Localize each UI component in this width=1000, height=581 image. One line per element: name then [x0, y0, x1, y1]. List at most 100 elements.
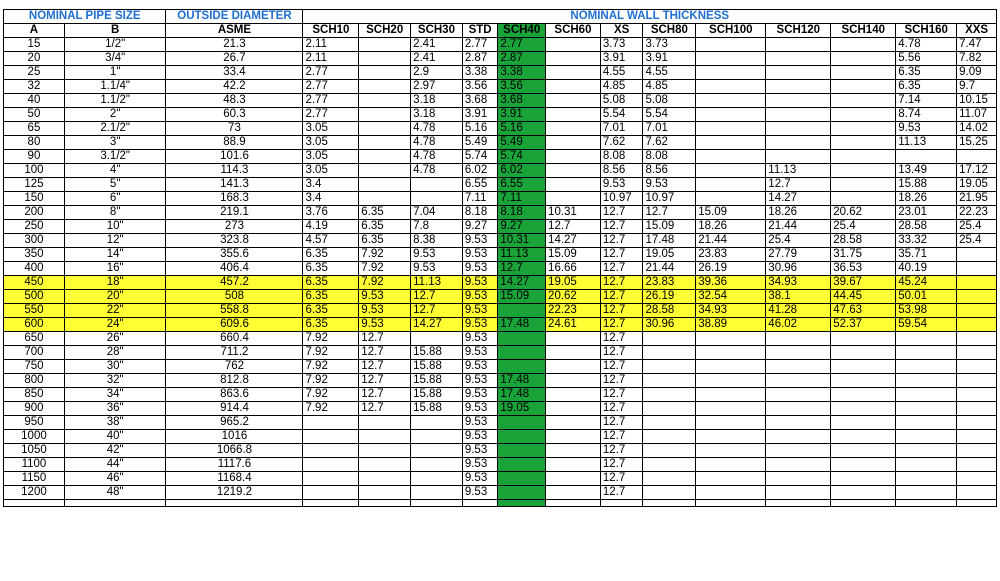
table-cell: 32" — [63, 373, 167, 388]
table-cell: 900 — [3, 401, 65, 416]
column-header: SCH140 — [830, 23, 897, 38]
table-cell: 3.56 — [461, 79, 499, 94]
table-cell — [410, 457, 463, 472]
table-cell: 3.91 — [497, 107, 547, 122]
table-cell: 12.7 — [599, 373, 644, 388]
header-outside-diameter: OUTSIDE DIAMETER — [165, 9, 304, 24]
table-cell — [765, 471, 832, 486]
table-cell — [358, 149, 412, 164]
table-cell: 9.53 — [461, 331, 499, 346]
table-cell: 15.88 — [410, 345, 463, 360]
table-cell: 17.48 — [642, 233, 697, 248]
table-cell: 914.4 — [165, 401, 304, 416]
table-row: 650 26" 660.4 7.92 12.7 9.53 12.7 — [3, 331, 997, 346]
table-cell: 2.77 — [302, 107, 360, 122]
table-row: 350 14" 355.6 6.35 7.92 9.53 9.53 11.13 15.09 12.… — [3, 247, 997, 262]
table-cell: 2.41 — [410, 51, 463, 66]
table-cell: 1066.8 — [165, 443, 304, 458]
table-row: 700 28" 711.2 7.92 12.7 15.88 9.53 12.7 — [3, 345, 997, 360]
table-cell: 13.49 — [895, 163, 958, 178]
table-cell — [695, 485, 767, 500]
table-row: 750 30" 762 7.92 12.7 15.88 9.53 12.7 — [3, 359, 997, 374]
table-cell — [302, 471, 360, 486]
table-cell — [765, 331, 832, 346]
table-cell: 32 — [3, 79, 65, 94]
table-cell: 41.28 — [765, 303, 832, 318]
table-cell: 44.45 — [830, 289, 897, 304]
table-cell — [830, 359, 897, 374]
table-cell — [765, 107, 832, 122]
table-cell — [695, 401, 767, 416]
column-header: A — [3, 23, 65, 38]
table-cell — [895, 471, 958, 486]
table-cell — [497, 457, 547, 472]
table-cell — [830, 37, 897, 52]
table-cell: 1" — [63, 65, 167, 80]
table-cell: 9.53 — [461, 233, 499, 248]
table-cell: 15.88 — [410, 387, 463, 402]
table-cell: 1016 — [165, 429, 304, 444]
table-cell: 6.35 — [302, 303, 360, 318]
table-row: 300 12" 323.8 4.57 6.35 8.38 9.53 10.31 14.27 12.… — [3, 233, 997, 248]
table-cell — [497, 429, 547, 444]
table-cell: 300 — [3, 233, 65, 248]
table-cell: 14.27 — [765, 191, 832, 206]
table-cell: 27.79 — [765, 247, 832, 262]
table-cell — [545, 163, 601, 178]
table-row: 200 8" 219.1 3.76 6.35 7.04 8.18 8.18 10.31 12.7 1… — [3, 205, 997, 220]
table-cell: 9.53 — [461, 429, 499, 444]
table-row: 1000 40" 1016 9.53 12.7 — [3, 429, 997, 444]
column-header: B — [63, 23, 167, 38]
table-cell — [695, 107, 767, 122]
table-row: 400 16" 406.4 6.35 7.92 9.53 9.53 12.7 16.66 12.7… — [3, 261, 997, 276]
table-cell: 36.53 — [830, 261, 897, 276]
table-cell — [642, 443, 697, 458]
table-cell — [956, 261, 997, 276]
table-cell: 9.53 — [358, 289, 412, 304]
table-cell: 7.01 — [599, 121, 644, 136]
table-cell: 1150 — [3, 471, 65, 486]
table-cell: 4.85 — [599, 79, 644, 94]
table-cell — [358, 471, 412, 486]
table-cell: 9.53 — [461, 401, 499, 416]
table-row: 900 36" 914.4 7.92 12.7 15.88 9.53 19.05 12.7 — [3, 401, 997, 416]
table-cell: 7.62 — [599, 135, 644, 150]
table-cell: 7.14 — [895, 93, 958, 108]
table-cell — [895, 415, 958, 430]
table-cell: 9.53 — [461, 415, 499, 430]
table-cell: 15.09 — [497, 289, 547, 304]
table-cell: 34.93 — [695, 303, 767, 318]
table-cell: 2.87 — [497, 51, 547, 66]
table-cell: 44" — [63, 457, 167, 472]
table-cell: 14.27 — [497, 275, 547, 290]
table-cell — [895, 429, 958, 444]
table-cell: 28.58 — [895, 219, 958, 234]
table-cell — [545, 65, 601, 80]
table-row: 850 34" 863.6 7.92 12.7 15.88 9.53 17.48 12.7 — [3, 387, 997, 402]
table-cell: 1.1/2" — [63, 93, 167, 108]
column-header: SCH30 — [410, 23, 463, 38]
table-cell: 3/4" — [63, 51, 167, 66]
table-cell — [599, 499, 644, 507]
table-cell: 21.3 — [165, 37, 304, 52]
table-cell: 3" — [63, 135, 167, 150]
table-cell: 9.53 — [461, 247, 499, 262]
table-cell — [765, 429, 832, 444]
table-cell — [895, 387, 958, 402]
table-cell: 12.7 — [599, 485, 644, 500]
table-cell: 3.05 — [302, 135, 360, 150]
table-cell: 25.4 — [765, 233, 832, 248]
table-cell: 323.8 — [165, 233, 304, 248]
table-cell: 12.7 — [599, 415, 644, 430]
table-cell — [830, 163, 897, 178]
table-cell — [765, 373, 832, 388]
table-cell — [358, 121, 412, 136]
table-cell: 9.53 — [461, 317, 499, 332]
table-cell: 25.4 — [956, 219, 997, 234]
table-cell: 1168.4 — [165, 471, 304, 486]
table-cell: 12.7 — [358, 359, 412, 374]
table-cell — [410, 177, 463, 192]
table-cell — [695, 177, 767, 192]
table-cell — [642, 401, 697, 416]
table-cell: 141.3 — [165, 177, 304, 192]
